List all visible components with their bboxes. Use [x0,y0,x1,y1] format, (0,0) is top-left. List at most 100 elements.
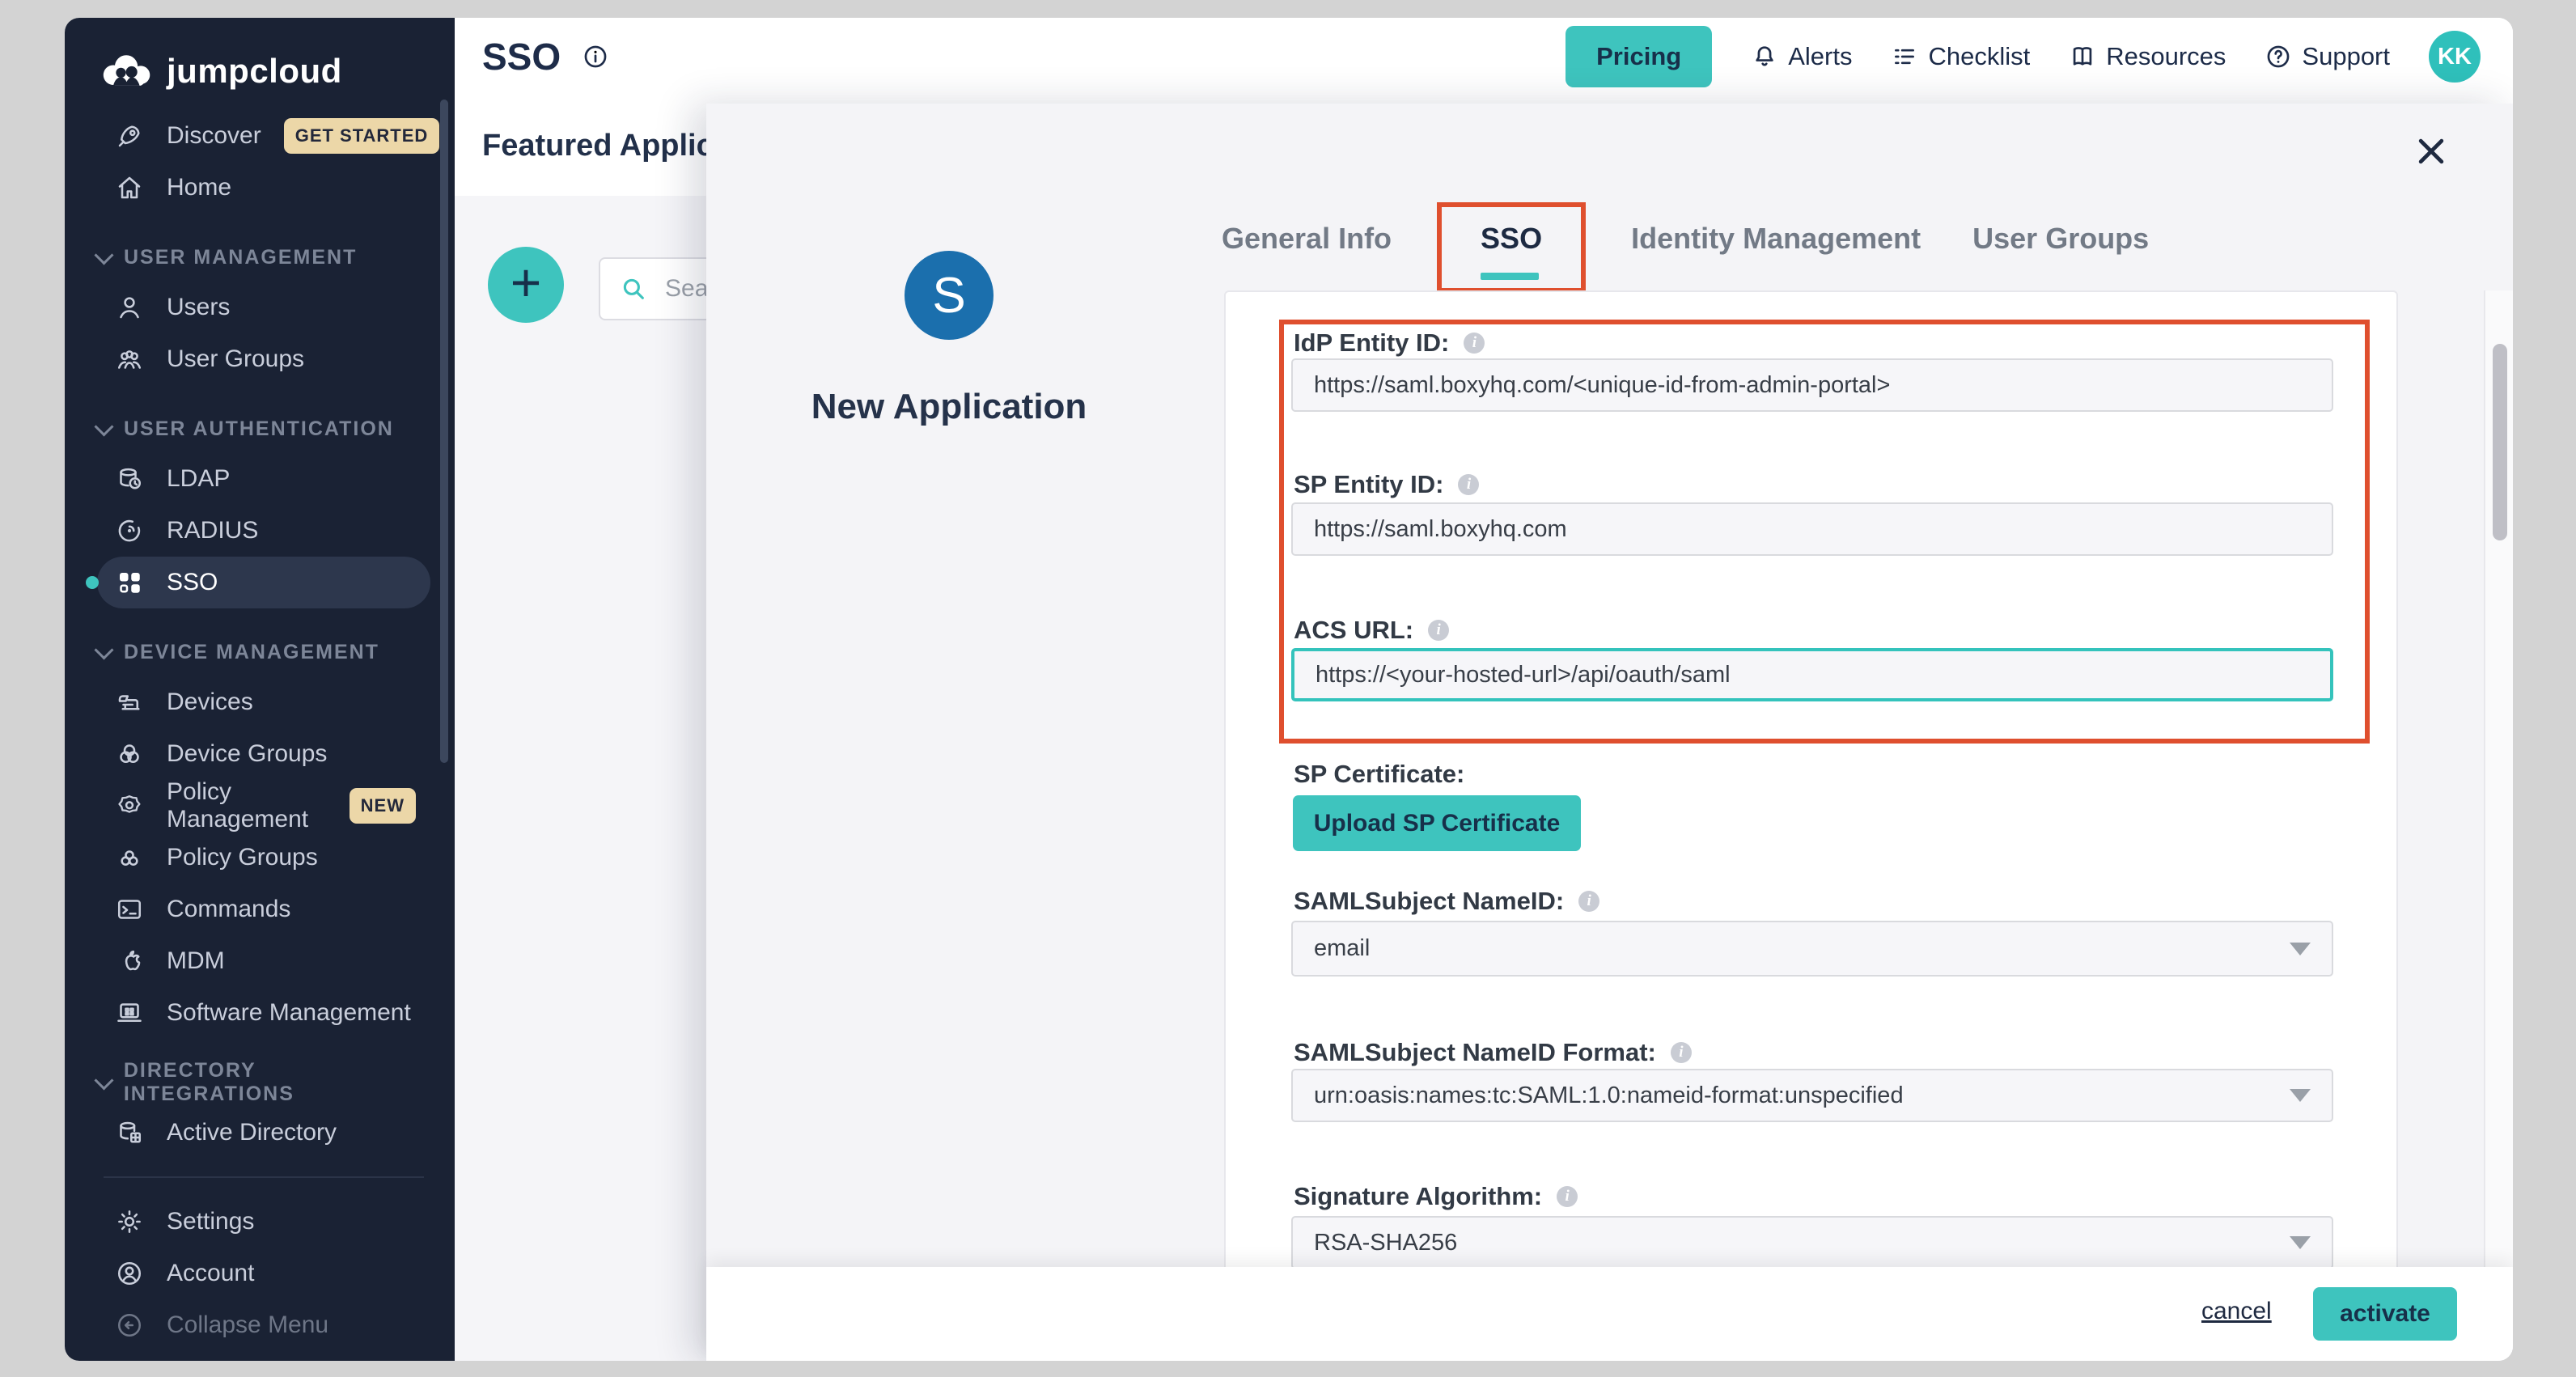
sidebar-item-label: Devices [167,688,253,716]
application-name: New Application [771,387,1127,427]
sidebar-item-software-management[interactable]: Software Management [97,987,430,1039]
sp-entity-id-input[interactable]: https://saml.boxyhq.com [1291,502,2333,556]
info-icon[interactable]: i [1578,891,1599,912]
signature-algorithm-select[interactable]: RSA-SHA256 [1291,1216,2333,1269]
active-indicator-dot [86,576,99,589]
rocket-icon [115,121,144,150]
sidebar-item-active-directory[interactable]: Active Directory [97,1107,430,1159]
sidebar-item-label: Account [167,1260,254,1287]
activate-button[interactable]: activate [2313,1287,2457,1341]
dropdown-caret-icon [2290,1089,2311,1102]
tab-general-info[interactable]: General Info [1222,222,1392,270]
alerts-button[interactable]: Alerts [1751,42,1852,71]
acs-url-label-row: ACS URL: i [1294,616,1449,645]
sidebar-item-policy-management[interactable]: Policy Management NEW [97,780,430,832]
sidebar-item-ldap[interactable]: LDAP [97,453,430,505]
software-laptop-icon [115,998,144,1027]
upload-sp-certificate-button[interactable]: Upload SP Certificate [1293,795,1581,851]
resources-button[interactable]: Resources [2069,42,2226,71]
panel-scrollbar-track[interactable] [2484,290,2513,1267]
sidebar-item-mdm[interactable]: MDM [97,935,430,987]
user-avatar[interactable]: KK [2429,31,2481,83]
acs-url-label: ACS URL: [1294,616,1413,645]
info-icon[interactable]: i [1428,620,1449,641]
info-icon[interactable]: i [1458,474,1479,495]
sidebar-item-label: Home [167,174,231,201]
sidebar-section-device-management[interactable]: DEVICE MANAGEMENT [97,628,430,676]
alerts-label: Alerts [1788,42,1852,71]
new-application-panel: S New Application General Info SSO Ident… [706,104,2513,1361]
acs-url-value: https://<your-hosted-url>/api/oauth/saml [1316,662,1731,688]
saml-subject-nameid-value: email [1314,935,1370,962]
gear-icon [115,1207,144,1236]
nameid-format-select[interactable]: urn:oasis:names:tc:SAML:1.0:nameid-forma… [1291,1069,2333,1122]
jumpcloud-logo[interactable]: jumpcloud [97,47,430,95]
sidebar-item-label: Users [167,294,230,321]
sidebar-item-label: Policy Groups [167,844,318,871]
chevron-down-icon [94,417,113,436]
search-icon [620,275,647,303]
saml-subject-nameid-label: SAMLSubject NameID: [1294,887,1564,916]
chevron-down-icon [94,245,113,265]
pricing-button[interactable]: Pricing [1566,26,1712,87]
info-icon[interactable]: i [1557,1186,1578,1207]
saml-subject-nameid-label-row: SAMLSubject NameID: i [1294,887,1599,916]
cancel-link[interactable]: cancel [2201,1298,2272,1325]
sidebar-section-user-management[interactable]: USER MANAGEMENT [97,233,430,282]
book-icon [2069,43,2096,70]
support-button[interactable]: Support [2265,42,2390,71]
idp-entity-id-input[interactable]: https://saml.boxyhq.com/<unique-id-from-… [1291,358,2333,412]
chevron-down-icon [94,640,113,659]
info-icon[interactable]: i [1464,333,1485,354]
idp-entity-id-value: https://saml.boxyhq.com/<unique-id-from-… [1314,372,1890,399]
signature-algorithm-label: Signature Algorithm: [1294,1182,1542,1211]
checklist-icon [1891,43,1918,70]
sidebar-section-directory-integrations[interactable]: DIRECTORY INTEGRATIONS [97,1058,430,1107]
sidebar-item-users[interactable]: Users [97,282,430,333]
sidebar-item-label: Commands [167,896,290,923]
close-button[interactable] [2410,130,2452,172]
tab-identity-management[interactable]: Identity Management [1631,222,1921,270]
sidebar-item-account[interactable]: Account [97,1248,430,1299]
sidebar-item-user-groups[interactable]: User Groups [97,333,430,385]
collapse-arrow-icon [115,1311,144,1340]
dropdown-caret-icon [2290,943,2311,955]
info-icon[interactable]: i [1671,1042,1692,1063]
sidebar-section-label: DIRECTORY INTEGRATIONS [124,1059,430,1106]
acs-url-input[interactable]: https://<your-hosted-url>/api/oauth/saml [1291,648,2333,701]
top-header: SSO Pricing Alerts Checklist Resources [455,18,2513,97]
ldap-database-icon [115,464,144,494]
panel-scrollbar-thumb[interactable] [2493,344,2507,540]
sidebar-item-radius[interactable]: RADIUS [97,505,430,557]
user-icon [115,293,144,322]
checklist-button[interactable]: Checklist [1891,42,2030,71]
tab-sso[interactable]: SSO [1443,222,1579,270]
sp-certificate-label: SP Certificate: [1294,760,1464,789]
user-group-icon [115,345,144,374]
sidebar-scrollbar[interactable] [440,100,448,763]
sidebar-item-devices[interactable]: Devices [97,676,430,728]
tab-user-groups[interactable]: User Groups [1972,222,2149,270]
sidebar-divider [104,1176,424,1178]
sidebar-item-label: Collapse Menu [167,1311,328,1339]
sidebar-item-commands[interactable]: Commands [97,883,430,935]
chevron-down-icon [94,1070,113,1090]
sidebar-item-policy-groups[interactable]: Policy Groups [97,832,430,883]
sidebar-item-discover[interactable]: Discover GET STARTED [97,110,430,162]
sidebar-section-user-authentication[interactable]: USER AUTHENTICATION [97,405,430,453]
sidebar-item-collapse-menu[interactable]: Collapse Menu [97,1299,430,1351]
info-icon[interactable] [582,43,609,70]
panel-footer: cancel activate [706,1267,2513,1361]
sidebar-item-sso[interactable]: SSO [97,557,430,608]
sidebar-item-home[interactable]: Home [97,162,430,214]
sidebar-item-settings[interactable]: Settings [97,1196,430,1248]
page-title: SSO [482,35,561,78]
sidebar-item-label: Discover [167,122,261,150]
account-circle-icon [115,1259,144,1288]
add-application-button[interactable]: + [488,247,564,323]
support-label: Support [2302,42,2390,71]
saml-subject-nameid-select[interactable]: email [1291,921,2333,977]
sidebar-item-device-groups[interactable]: Device Groups [97,728,430,780]
sidebar-item-label: MDM [167,947,225,975]
radius-icon [115,516,144,545]
